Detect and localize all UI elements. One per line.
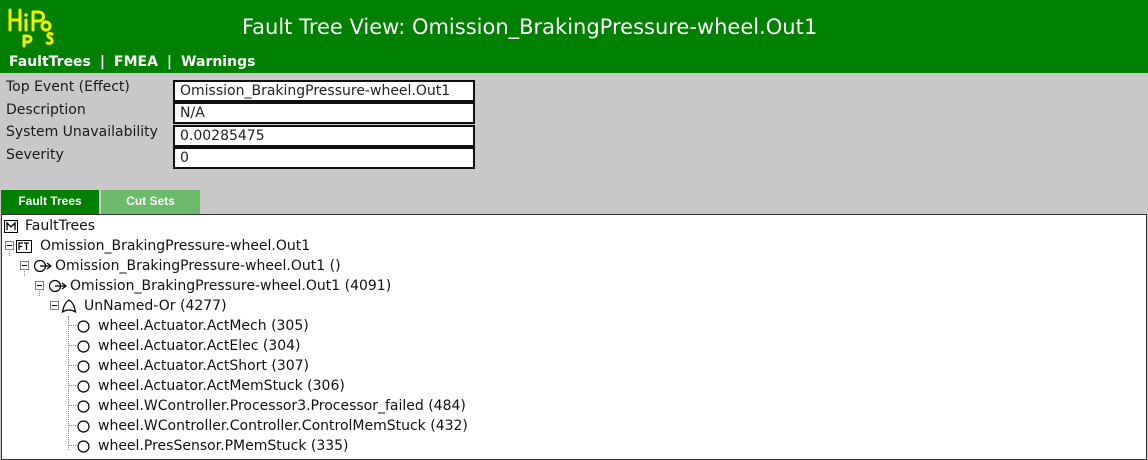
- nav-fault-trees-link[interactable]: FaultTrees: [9, 54, 91, 70]
- tree-node-fault-tree[interactable]: Omission_BrakingPressure-wheel.Out1: [2, 236, 402, 256]
- description-label: Description: [6, 102, 86, 118]
- tree-node-top-event[interactable]: Omission_BrakingPressure-wheel.Out1 (): [2, 256, 422, 276]
- hip-hops-logo: [8, 8, 54, 48]
- basic-event-icon: [77, 400, 90, 413]
- basic-event-icon: [77, 320, 90, 333]
- nav-separator: |: [166, 54, 173, 70]
- collapse-icon[interactable]: [35, 281, 44, 290]
- tab-cut-sets[interactable]: Cut Sets: [101, 190, 200, 214]
- severity-field: 0: [173, 147, 475, 169]
- tree-node-label: wheel.Actuator.ActMech (305): [98, 318, 309, 334]
- system-unavailability-field: 0.00285475: [173, 125, 475, 147]
- tree-node-or-gate[interactable]: UnNamed-Or (4277): [2, 296, 262, 316]
- fault-trees-root-icon: [4, 220, 18, 233]
- tree-node-label: wheel.Actuator.ActMemStuck (306): [98, 378, 345, 394]
- top-event-label: Top Event (Effect): [6, 79, 130, 95]
- collapse-icon[interactable]: [20, 261, 29, 270]
- tree-node-label: wheel.WController.Processor3.Processor_f…: [98, 398, 466, 414]
- tree-leaf-basic-event[interactable]: wheel.Actuator.ActMemStuck (306): [2, 376, 402, 396]
- tree-node-label: Omission_BrakingPressure-wheel.Out1: [40, 238, 311, 254]
- severity-label: Severity: [6, 147, 64, 163]
- top-event-icon: [33, 259, 52, 273]
- tree-node-label: wheel.Actuator.ActShort (307): [98, 358, 310, 374]
- tree-node-label: UnNamed-Or (4277): [84, 298, 227, 314]
- tab-fault-trees[interactable]: Fault Trees: [1, 190, 99, 214]
- tree-leaf-basic-event[interactable]: wheel.WController.Processor3.Processor_f…: [2, 396, 522, 416]
- system-unavailability-label: System Unavailability: [6, 124, 158, 140]
- tree-node-output-deviation[interactable]: Omission_BrakingPressure-wheel.Out1 (409…: [2, 276, 442, 296]
- nav-separator: |: [99, 54, 106, 70]
- tree-node-label: FaultTrees: [25, 218, 96, 234]
- basic-event-icon: [77, 360, 90, 373]
- output-deviation-icon: [48, 279, 67, 293]
- or-gate-icon: [61, 299, 77, 313]
- basic-event-icon: [77, 440, 90, 453]
- top-event-field: Omission_BrakingPressure-wheel.Out1: [173, 80, 475, 102]
- tree-leaf-basic-event[interactable]: wheel.PresSensor.PMemStuck (335): [2, 436, 402, 456]
- fault-tree-icon: [16, 240, 32, 253]
- header-bar: Fault Tree View: Omission_BrakingPressur…: [0, 0, 1148, 52]
- tree-node-label: wheel.Actuator.ActElec (304): [98, 338, 301, 354]
- nav-fmea-link[interactable]: FMEA: [114, 54, 158, 70]
- nav-warnings-link[interactable]: Warnings: [181, 54, 255, 70]
- basic-event-icon: [77, 420, 90, 433]
- tree-node-label: Omission_BrakingPressure-wheel.Out1 (): [55, 258, 341, 274]
- tree-node-label: wheel.WController.Controller.ControlMemS…: [98, 418, 468, 434]
- tree-leaf-basic-event[interactable]: wheel.Actuator.ActMech (305): [2, 316, 402, 336]
- page-title: Fault Tree View: Omission_BrakingPressur…: [242, 15, 818, 39]
- tree-leaf-basic-event[interactable]: wheel.Actuator.ActShort (307): [2, 356, 402, 376]
- collapse-icon[interactable]: [50, 301, 59, 310]
- tree-leaf-basic-event[interactable]: wheel.Actuator.ActElec (304): [2, 336, 402, 356]
- tree-node-label: Omission_BrakingPressure-wheel.Out1 (409…: [70, 278, 392, 294]
- tree-node-label: wheel.PresSensor.PMemStuck (335): [98, 438, 349, 454]
- basic-event-icon: [77, 380, 90, 393]
- collapse-icon[interactable]: [5, 241, 14, 250]
- fault-tree-panel: FaultTrees Omission_BrakingPressure-whee…: [1, 214, 1147, 460]
- description-field: N/A: [173, 102, 475, 124]
- tree-root-node[interactable]: FaultTrees: [2, 216, 202, 236]
- basic-event-icon: [77, 340, 90, 353]
- tree-leaf-basic-event[interactable]: wheel.WController.Controller.ControlMemS…: [2, 416, 522, 436]
- top-navigation: FaultTrees | FMEA | Warnings: [0, 52, 1148, 73]
